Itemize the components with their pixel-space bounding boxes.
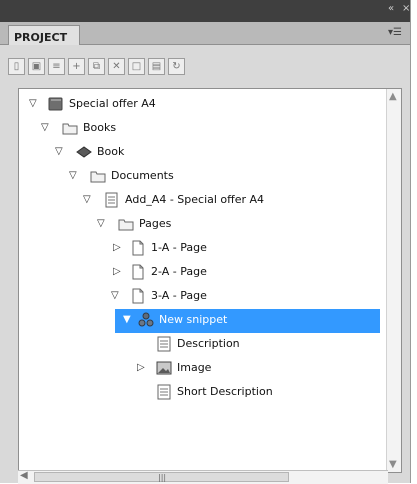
tree-row[interactable]: Short Description [19,381,379,405]
copy-icon: ⧉ [92,61,101,72]
expand-right-icon[interactable]: ▷ [113,243,125,253]
plus-icon: + [72,61,81,72]
disk-icon: ▣ [31,61,42,72]
properties-button[interactable]: ≡ [48,58,65,75]
tree-label: Documents [111,169,174,182]
expand-down-icon[interactable]: ▽ [111,291,123,301]
book-icon [76,146,92,158]
tree-row[interactable]: ▽ Documents [19,165,379,189]
tree-row[interactable]: ▽ Special offer A4 [19,93,379,117]
view-button[interactable]: ▤ [148,58,165,75]
expand-down-icon[interactable]: ▽ [55,147,67,157]
panel-titlebar: « × [0,0,410,22]
list-icon: ≡ [52,61,61,72]
horizontal-scrollbar[interactable]: ◀ ||| [18,470,388,484]
tree-label: 1-A - Page [151,241,207,254]
book-closed-icon [48,97,63,111]
folder-icon [90,171,106,183]
image-icon [156,361,172,375]
tree-row[interactable]: ▽ Add_A4 - Special offer A4 [19,189,379,213]
expand-down-icon[interactable]: ▼ [123,315,135,325]
folder-icon [62,123,78,135]
grip-icon: ||| [158,473,167,482]
panel-menu-icon[interactable]: ▾☰ [388,27,402,38]
tree-label: 2-A - Page [151,265,207,278]
tree-row[interactable]: ▷ 1-A - Page [19,237,379,261]
page-icon [132,240,144,256]
expand-down-icon[interactable]: ▽ [29,99,41,109]
tree-row[interactable]: Description [19,333,379,357]
refresh-button[interactable]: ↻ [168,58,185,75]
tree-row[interactable]: ▽ Books [19,117,379,141]
scroll-left-icon[interactable]: ◀ [20,470,28,481]
tree-row-selected[interactable]: ▼ New snippet [115,309,380,333]
duplicate-button[interactable]: ⧉ [88,58,105,75]
new-project-button[interactable]: ▯ [8,58,25,75]
tree-label: Special offer A4 [69,97,156,110]
tab-row: PROJECT ▾☰ [0,22,410,45]
add-button[interactable]: + [68,58,85,75]
tree-label: Description [177,337,240,350]
expand-down-icon[interactable]: ▽ [41,123,53,133]
close-icon[interactable]: × [402,3,410,14]
tree-label: Short Description [177,385,273,398]
x-icon: ✕ [112,61,121,72]
new-snippet-button[interactable]: □ [128,58,145,75]
tree-label: Pages [139,217,172,230]
tree-label: Books [83,121,117,134]
refresh-icon: ↻ [172,61,181,72]
doc-icon: □ [131,61,142,72]
scroll-down-icon[interactable]: ▼ [389,459,397,470]
snippet-icon [138,312,154,327]
horizontal-scroll-thumb[interactable]: ||| [34,472,289,482]
expand-right-icon[interactable]: ▷ [113,267,125,277]
tree-label: New snippet [159,313,228,326]
tree-row[interactable]: ▽ 3-A - Page [19,285,379,309]
folder-icon [118,219,134,231]
window-icon: ▤ [151,61,162,72]
scroll-up-icon[interactable]: ▲ [389,91,397,102]
delete-button[interactable]: ✕ [108,58,125,75]
vertical-scrollbar[interactable]: ▲ ▼ [386,89,401,472]
page-icon [132,264,144,280]
tree-label: Add_A4 - Special offer A4 [125,193,265,206]
project-tree[interactable]: ▽ Special offer A4 ▽ Books ▽ Book ▽ Docu… [18,88,402,473]
tree-row[interactable]: ▷ Image [19,357,379,381]
text-field-icon [157,336,171,352]
tab-project[interactable]: PROJECT [8,25,80,45]
expand-down-icon[interactable]: ▽ [83,195,95,205]
collapse-icon[interactable]: « [388,3,394,14]
tree-label: Image [177,361,212,374]
tree-row[interactable]: ▽ Book [19,141,379,165]
expand-down-icon[interactable]: ▽ [97,219,109,229]
expand-right-icon[interactable]: ▷ [137,363,149,373]
tree-row[interactable]: ▽ Pages [19,213,379,237]
project-panel: « × PROJECT ▾☰ ▯ ▣ ≡ + ⧉ ✕ □ ▤ ↻ ▽ Speci… [0,0,411,484]
save-button[interactable]: ▣ [28,58,45,75]
tree-row[interactable]: ▷ 2-A - Page [19,261,379,285]
tree-label: 3-A - Page [151,289,207,302]
tree-label: Book [97,145,125,158]
page-icon: ▯ [13,61,20,72]
text-field-icon [157,384,171,400]
expand-down-icon[interactable]: ▽ [69,171,81,181]
document-icon [105,192,118,208]
page-icon [132,288,144,304]
